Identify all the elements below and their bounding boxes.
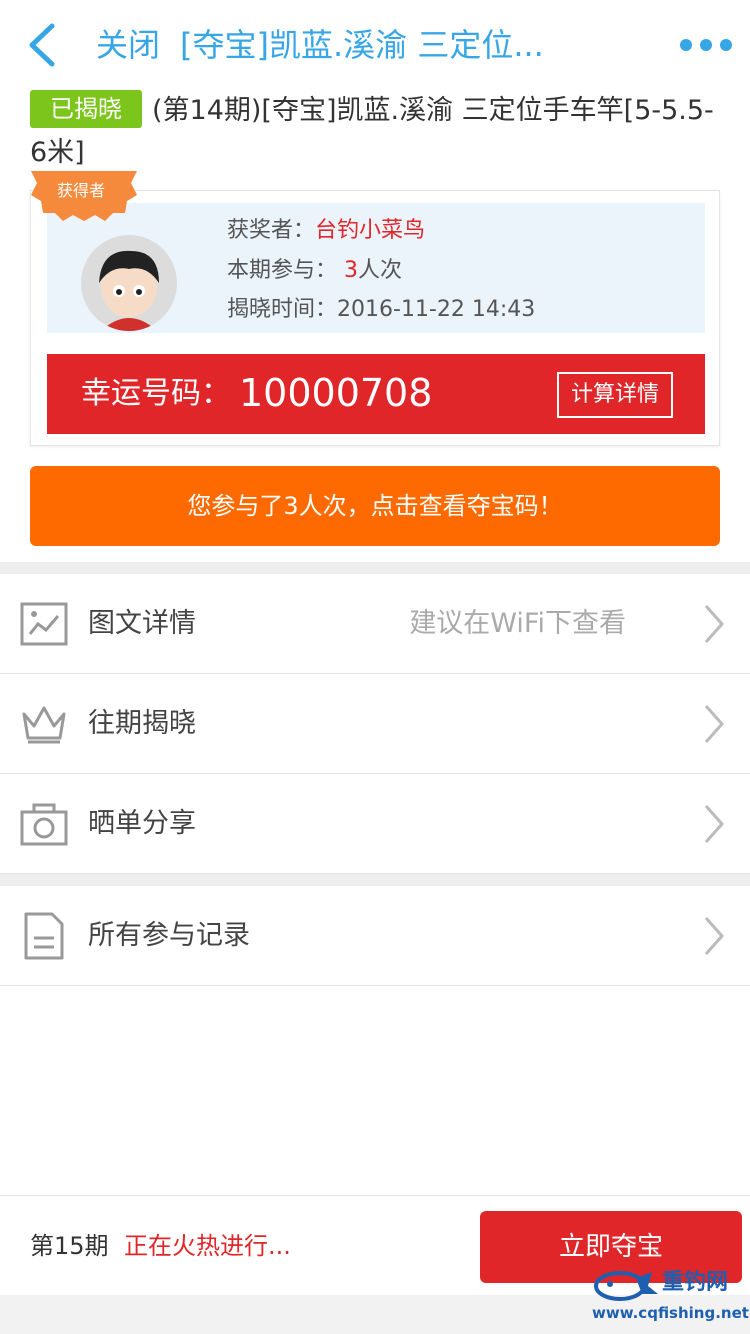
winner-card: 获奖者：台钓小菜鸟 本期参与： 3人次 揭晓时间：2016-11-22 14:4… — [30, 171, 720, 446]
watermark-logo: 重钓网 www.cqfishing.net — [592, 1268, 749, 1330]
watermark-name: 重钓网 — [662, 1270, 729, 1295]
next-period-label: 第15期 — [30, 1232, 109, 1260]
calculation-details-button[interactable]: 计算详情 — [557, 372, 673, 418]
menu-item-past-results[interactable]: 往期揭晓 — [0, 674, 750, 774]
menu-item-share[interactable]: 晒单分享 — [0, 774, 750, 874]
back-arrow-icon[interactable] — [24, 22, 64, 68]
view-my-codes-button[interactable]: 您参与了3人次，点击查看夺宝码！ — [30, 466, 720, 546]
chevron-right-icon — [702, 604, 726, 644]
crown-icon — [20, 700, 68, 748]
reveal-time-label: 揭晓时间： — [227, 297, 338, 322]
menu-item-label: 往期揭晓 — [88, 708, 196, 739]
reveal-time-row: 揭晓时间：2016-11-22 14:43 — [227, 296, 535, 324]
menu-item-all-records[interactable]: 所有参与记录 — [0, 886, 750, 986]
top-bar: 关闭 [夺宝]凯蓝.溪渝 三定位... — [0, 0, 750, 88]
chevron-right-icon — [702, 916, 726, 956]
ribbon-label: 获得者 — [57, 181, 106, 200]
winner-avatar[interactable] — [81, 235, 177, 331]
fish-logo-icon — [594, 1271, 658, 1301]
section-divider — [0, 874, 750, 886]
image-icon — [20, 600, 68, 648]
more-options-icon[interactable] — [678, 30, 734, 60]
menu-item-label: 所有参与记录 — [88, 920, 250, 951]
chevron-right-icon — [702, 804, 726, 844]
participation-unit: 人次 — [358, 258, 403, 283]
winner-info-area: 获奖者：台钓小菜鸟 本期参与： 3人次 揭晓时间：2016-11-22 14:4… — [47, 203, 705, 333]
watermark-url: www.cqfishing.net — [592, 1304, 749, 1322]
lucky-number-label: 幸运号码： — [81, 376, 231, 411]
revealed-badge: 已揭晓 — [30, 90, 142, 128]
page-title: [夺宝]凯蓝.溪渝 三定位... — [180, 26, 544, 64]
menu-item-label: 图文详情 — [88, 608, 196, 639]
menu-item-label: 晒单分享 — [88, 808, 196, 839]
menu-item-detail[interactable]: 图文详情 建议在WiFi下查看 — [0, 574, 750, 674]
participation-count: 3 — [344, 258, 359, 283]
wifi-hint: 建议在WiFi下查看 — [409, 608, 626, 639]
winner-label: 获奖者： — [227, 218, 316, 243]
participation-row: 本期参与： 3人次 — [227, 257, 402, 285]
close-link[interactable]: 关闭 — [96, 22, 160, 68]
next-period-status: 正在火热进行... — [124, 1232, 291, 1260]
product-title: 已揭晓 (第14期)[夺宝]凯蓝.溪渝 三定位手车竿[5-5.5-6米] — [30, 90, 720, 174]
winner-row: 获奖者：台钓小菜鸟 — [227, 217, 425, 245]
lucky-number-value: 10000708 — [239, 371, 433, 415]
section-divider — [0, 562, 750, 574]
lucky-number-bar: 幸运号码： 10000708 计算详情 — [47, 354, 705, 434]
camera-icon — [20, 800, 68, 848]
document-icon — [20, 912, 68, 960]
reveal-time-value: 2016-11-22 14:43 — [337, 297, 536, 322]
winner-name[interactable]: 台钓小菜鸟 — [315, 218, 425, 243]
winner-ribbon-badge: 获得者 — [25, 171, 143, 223]
chevron-right-icon — [702, 704, 726, 744]
participation-label: 本期参与： — [227, 258, 338, 283]
